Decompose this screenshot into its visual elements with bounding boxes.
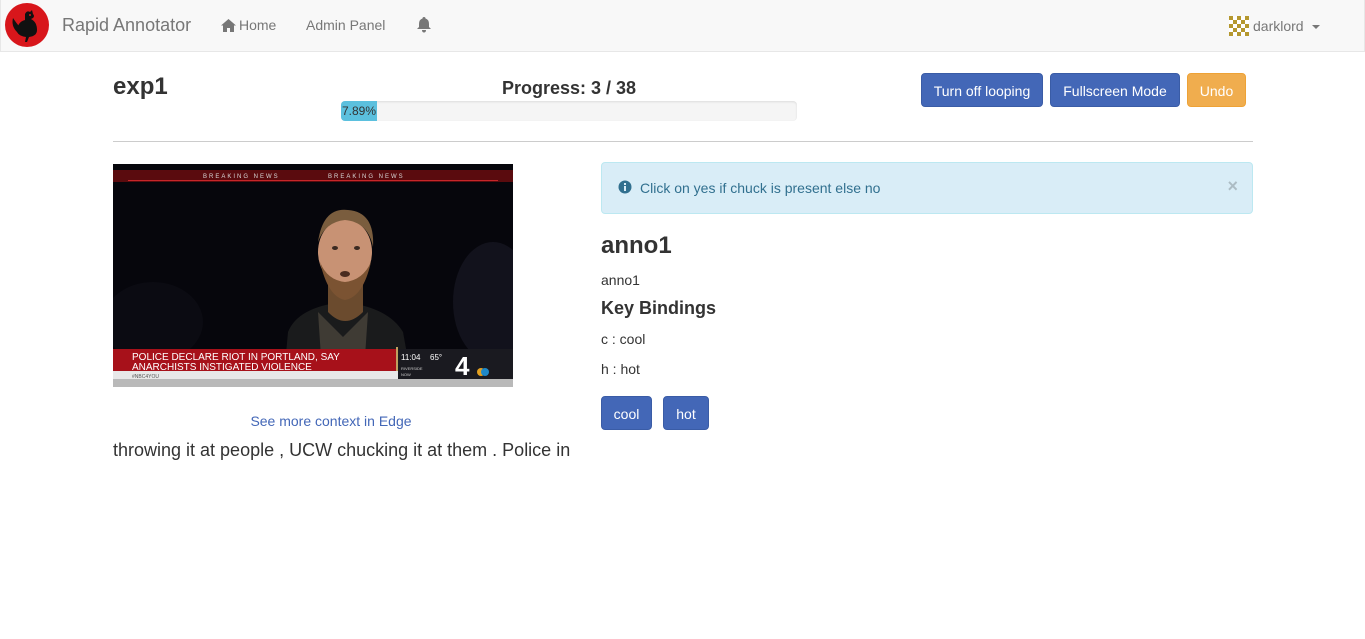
- info-icon: [618, 180, 632, 194]
- clock-time: 11:04: [401, 353, 421, 362]
- caret-down-icon: [1311, 25, 1320, 29]
- toggle-looping-button[interactable]: Turn off looping: [921, 73, 1043, 107]
- breaking-news-banner-2: BREAKING NEWS: [328, 174, 405, 180]
- cool-button[interactable]: cool: [601, 396, 652, 430]
- transcript-text: throwing it at people , UCW chucking it …: [113, 440, 571, 460]
- experiment-title: exp1: [113, 73, 168, 100]
- progress-bar: 7.89%: [341, 101, 797, 121]
- progress-label: Progress: 3 / 38: [501, 78, 637, 98]
- temperature: 65°: [430, 353, 442, 362]
- channel-number: 4: [455, 351, 470, 381]
- progress-fill: 7.89%: [341, 101, 377, 121]
- annotation-description: anno1: [601, 272, 640, 288]
- video-frame: BREAKING NEWS BREAKING NEWS POLICE DECLA…: [113, 162, 513, 387]
- identicon-avatar: [1229, 16, 1249, 36]
- brand-title[interactable]: Rapid Annotator: [62, 15, 191, 36]
- location-2: NOW: [401, 372, 411, 377]
- alert-text: Click on yes if chuck is present else no: [640, 180, 881, 196]
- user-menu[interactable]: darklord: [1229, 16, 1320, 36]
- divider: [113, 141, 1253, 142]
- nav-home-label: Home: [239, 17, 277, 33]
- key-binding-item: h : hot: [601, 361, 640, 377]
- instruction-alert: Click on yes if chuck is present else no…: [601, 162, 1253, 214]
- fullscreen-button[interactable]: Fullscreen Mode: [1050, 73, 1180, 107]
- home-icon: [221, 18, 236, 32]
- video-player[interactable]: BREAKING NEWS BREAKING NEWS POLICE DECLA…: [113, 162, 513, 387]
- see-more-context-link[interactable]: See more context in Edge: [113, 413, 549, 429]
- nav-home-link[interactable]: Home: [221, 17, 276, 33]
- navbar: Rapid Annotator Home Admin Panel darklor: [0, 0, 1365, 52]
- bell-icon[interactable]: [416, 16, 432, 33]
- annotation-title: anno1: [601, 232, 672, 259]
- username: darklord: [1253, 18, 1304, 34]
- nav-admin-link[interactable]: Admin Panel: [306, 17, 385, 33]
- key-bindings-title: Key Bindings: [601, 298, 717, 318]
- undo-button[interactable]: Undo: [1187, 73, 1246, 107]
- location-1: RIVERSIDE: [401, 366, 423, 371]
- breaking-news-banner: BREAKING NEWS: [203, 174, 280, 180]
- hot-button[interactable]: hot: [663, 396, 709, 430]
- close-icon[interactable]: ×: [1227, 177, 1238, 195]
- key-binding-item: c : cool: [601, 331, 646, 347]
- rooster-logo[interactable]: [3, 2, 51, 48]
